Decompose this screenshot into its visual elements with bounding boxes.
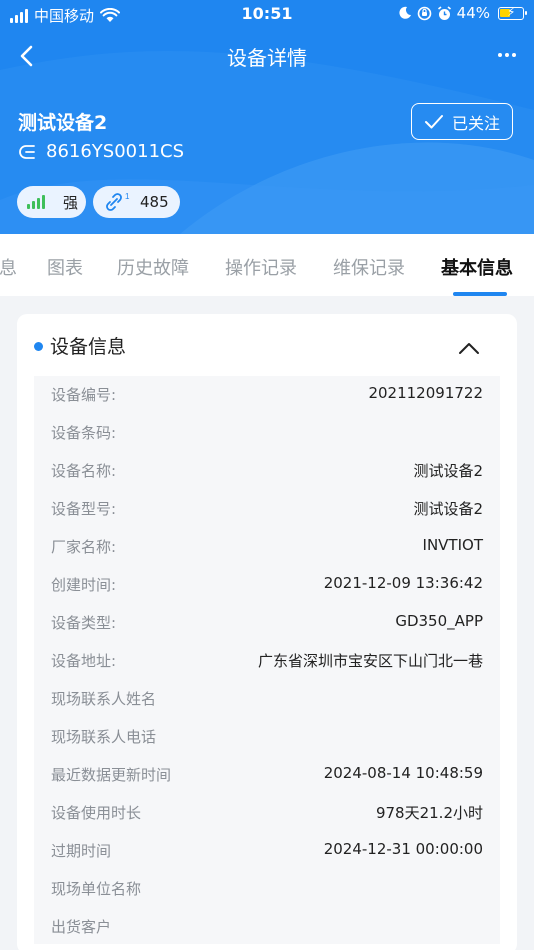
info-value: INVTIOT: [422, 536, 483, 554]
info-label: 现场联系人姓名: [51, 690, 157, 708]
tab-charts[interactable]: 图表: [47, 254, 83, 280]
link-icon: 1: [106, 192, 130, 211]
tab-basic-info[interactable]: 基本信息: [441, 254, 513, 280]
device-info-header[interactable]: 设备信息: [17, 314, 517, 376]
follow-button-label: 已关注: [451, 113, 500, 133]
info-row: 现场单位名称: [34, 870, 500, 908]
section-dot-icon: [34, 342, 43, 351]
info-label: 最近数据更新时间: [51, 766, 172, 784]
info-row: 最近数据更新时间 2024-08-14 10:48:59: [34, 756, 500, 794]
info-row: 厂家名称: INVTIOT: [34, 528, 500, 566]
info-value: 广东省深圳市宝安区下山门北一巷: [257, 652, 483, 670]
signal-strength-icon: [27, 195, 45, 209]
tab-bar: 息 图表 历史故障 操作记录 维保记录 基本信息: [0, 234, 534, 296]
signal-strength-label: 强: [63, 193, 79, 212]
communication-badge: 1 485: [93, 186, 180, 218]
check-icon: [424, 114, 443, 128]
section-title: 设备信息: [50, 336, 127, 358]
chevron-up-icon: [459, 343, 479, 354]
tab-operation-log[interactable]: 操作记录: [225, 254, 297, 280]
device-name: 测试设备2: [18, 112, 108, 134]
info-value: 测试设备2: [413, 500, 483, 518]
moon-icon: [399, 6, 411, 19]
info-row: 设备地址: 广东省深圳市宝安区下山门北一巷: [34, 642, 500, 680]
info-row: 设备类型: GD350_APP: [34, 604, 500, 642]
more-horizontal-icon: [498, 53, 502, 57]
info-label: 设备条码:: [51, 424, 117, 442]
info-row: 设备型号: 测试设备2: [34, 490, 500, 528]
signal-strength-badge: 强: [17, 186, 86, 218]
info-value: 2021-12-09 13:36:42: [323, 574, 483, 592]
collapse-button[interactable]: [457, 336, 481, 360]
info-row: 现场联系人姓名: [34, 680, 500, 718]
info-label: 设备类型:: [51, 614, 117, 632]
more-button[interactable]: [494, 42, 520, 68]
link-superscript: 1: [125, 192, 130, 201]
serial-number-icon: [19, 144, 35, 159]
communication-value: 485: [140, 193, 169, 211]
active-tab-indicator: [453, 292, 507, 296]
info-label: 出货客户: [51, 918, 112, 936]
info-row: 现场联系人电话: [34, 718, 500, 756]
info-label: 现场单位名称: [51, 880, 142, 898]
info-row: 过期时间 2024-12-31 00:00:00: [34, 832, 500, 870]
info-value: 测试设备2: [413, 462, 483, 480]
info-label: 现场联系人电话: [51, 728, 157, 746]
device-sn-value: 8616YS0011CS: [46, 141, 185, 162]
info-row: 出货客户: [34, 908, 500, 946]
nav-bar: 设备详情: [0, 30, 534, 82]
device-info-card: 设备信息 设备编号: 202112091722 设备条码: 设备名称: 测试设备2 设备型…: [17, 314, 517, 950]
status-bar: 中国移动 10:51 44% ⚡: [0, 0, 534, 30]
info-row: 设备使用时长 978天21.2小时: [34, 794, 500, 832]
info-label: 创建时间:: [51, 576, 117, 594]
info-label: 过期时间: [51, 842, 112, 860]
info-label: 厂家名称:: [51, 538, 117, 556]
info-label: 设备编号:: [51, 386, 117, 404]
device-info-list: 设备编号: 202112091722 设备条码: 设备名称: 测试设备2 设备型号: 测试设…: [34, 376, 500, 944]
tab-maintenance-log[interactable]: 维保记录: [333, 254, 405, 280]
battery-percent: 44%: [456, 4, 490, 22]
info-label: 设备使用时长: [51, 804, 142, 822]
info-value: GD350_APP: [395, 612, 483, 630]
info-label: 设备地址:: [51, 652, 117, 670]
follow-button[interactable]: 已关注: [411, 103, 513, 140]
info-row: 设备名称: 测试设备2: [34, 452, 500, 490]
info-row: 创建时间: 2021-12-09 13:36:42: [34, 566, 500, 604]
orientation-lock-icon: [417, 6, 431, 20]
tab-fault-history[interactable]: 历史故障: [117, 254, 189, 280]
battery-icon: ⚡: [498, 5, 527, 20]
info-value: 202112091722: [368, 384, 483, 402]
info-label: 设备型号:: [51, 500, 117, 518]
info-value: 2024-08-14 10:48:59: [323, 764, 483, 782]
tab-partial[interactable]: 息: [0, 254, 17, 280]
info-row: 设备编号: 202112091722: [34, 376, 500, 414]
info-value: 2024-12-31 00:00:00: [323, 840, 483, 858]
info-value: 978天21.2小时: [375, 804, 483, 822]
page-title: 设备详情: [227, 46, 307, 70]
info-row: 设备条码:: [34, 414, 500, 452]
alarm-icon: [437, 5, 451, 20]
device-sn: 8616YS0011CS: [18, 141, 184, 162]
info-label: 设备名称:: [51, 462, 117, 480]
